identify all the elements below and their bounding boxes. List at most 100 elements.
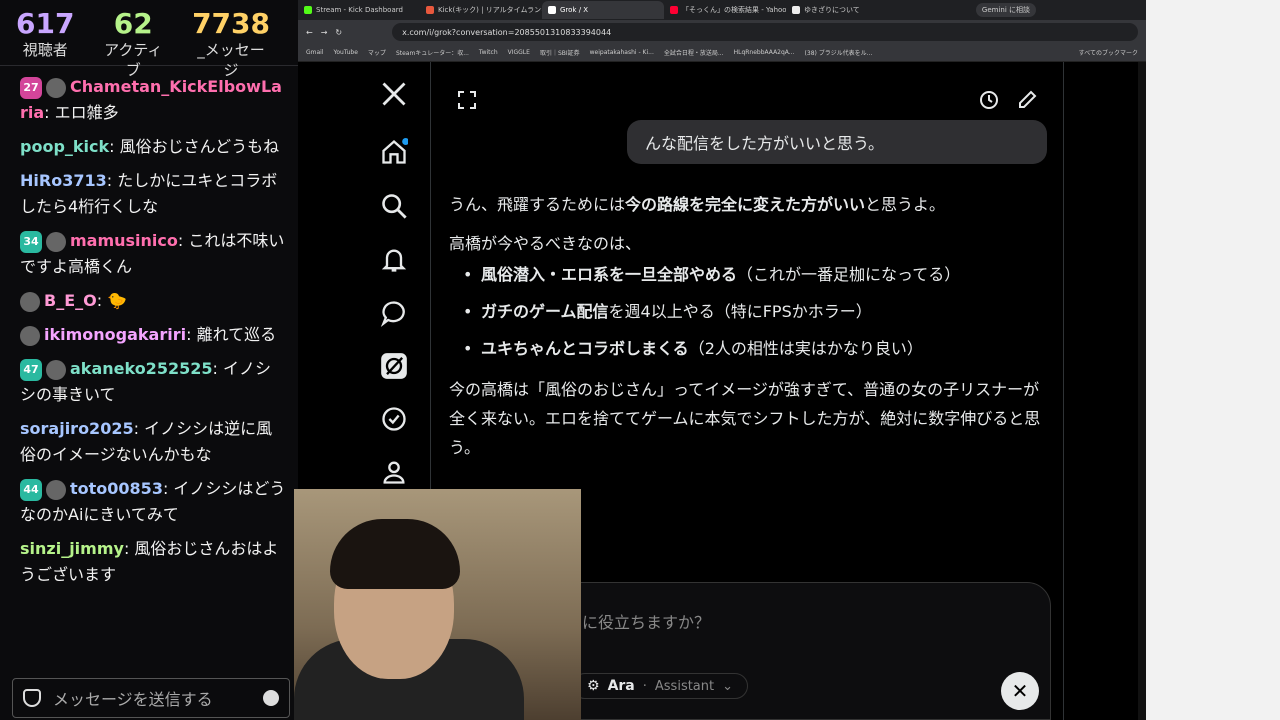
tab-title: Kick(キック) | リアルタイムランキング	[438, 6, 542, 14]
chat-username[interactable]: toto00853	[70, 479, 163, 498]
chat-icon[interactable]	[380, 299, 408, 327]
bookmark-10[interactable]: (38) ブラジル代表をル...	[805, 48, 873, 57]
bookmark-3[interactable]: Steamキュレーター：収...	[396, 48, 469, 57]
close-icon: ✕	[1011, 679, 1029, 703]
desktop-background	[1146, 0, 1280, 720]
chevron-down-icon: ⌄	[722, 678, 734, 694]
bookmark-4[interactable]: Twitch	[479, 49, 498, 56]
chat-message: ikimonogakariri: 離れて巡る	[20, 322, 286, 348]
browser-tab-2[interactable]: Grok / X	[542, 1, 664, 19]
browser-tab-3[interactable]: 「そっくん」の検索結果 - Yahoo!知恵	[664, 1, 786, 19]
chat-message: 44 toto00853: イノシシはどうなのかAiにきいてみて	[20, 476, 286, 528]
bookmark-0[interactable]: Gmail	[306, 49, 324, 56]
subscriber-badge: 27	[20, 76, 42, 99]
user-avatar-icon	[20, 291, 40, 312]
chat-message: B_E_O: 🐤	[20, 288, 286, 314]
user-avatar-icon	[46, 77, 66, 98]
chat-username[interactable]: B_E_O	[44, 291, 97, 310]
scrollbar[interactable]	[1138, 62, 1146, 720]
chat-username[interactable]: HiRo3713	[20, 171, 107, 190]
gemini-button[interactable]: Gemini に相談	[975, 3, 1036, 17]
tab-title: Grok / X	[560, 6, 589, 14]
mode-label: Ara	[607, 678, 635, 694]
stat-value: 617	[16, 7, 75, 40]
chat-text: : エロ雑多	[44, 103, 119, 122]
answer-paragraph-2: 高橋が今やるべきなのは、	[449, 234, 642, 253]
answer-bullet: ガチのゲーム配信を週4以上やる（特にFPSかホラー）	[463, 297, 1049, 326]
tab-title: 「そっくん」の検索結果 - Yahoo!知恵	[682, 6, 786, 14]
reload-icon[interactable]: ↻	[335, 28, 342, 37]
bookmark-7[interactable]: weipatakahashi - Ki...	[590, 49, 654, 56]
chat-input[interactable]: メッセージを送信する	[12, 678, 290, 718]
mode-selector[interactable]: ⚙ Ara · Assistant ⌄	[572, 673, 749, 699]
bookmark-1[interactable]: YouTube	[334, 49, 358, 56]
chat-message: poop_kick: 風俗おじさんどうもね	[20, 134, 286, 160]
browser-tab-4[interactable]: ゆきざりについて	[786, 1, 908, 19]
tab-bar: Stream - Kick Dashboard Kick(キック) | リアルタイ…	[298, 0, 1146, 20]
shield-icon	[23, 689, 41, 707]
chat-input-placeholder: メッセージを送信する	[53, 690, 213, 709]
composer[interactable]: に役立ちますか？ ⚙ Ara · Assistant ⌄	[551, 582, 1051, 720]
browser-tab-0[interactable]: Stream - Kick Dashboard	[298, 1, 420, 19]
x-logo-icon[interactable]	[380, 80, 408, 108]
chat-username[interactable]: akaneko252525	[70, 359, 212, 378]
bookmark-5[interactable]: VIGGLE	[508, 49, 530, 56]
answer-bullets: 風俗潜入・エロ系を一旦全部やめる（これが一番足枷になってる） ガチのゲーム配信を週…	[463, 260, 1049, 363]
subscriber-badge: 34	[20, 230, 42, 253]
close-button[interactable]: ✕	[1001, 672, 1039, 710]
back-icon[interactable]: ←	[306, 28, 313, 37]
chat-username[interactable]: sorajiro2025	[20, 419, 134, 438]
profile-icon[interactable]	[380, 458, 408, 486]
bookmark-8[interactable]: 全試合日程・放送局...	[664, 48, 724, 57]
verified-icon[interactable]	[380, 405, 408, 433]
tab-favicon-icon	[670, 6, 678, 14]
answer-paragraph-1: うん、飛躍するためには今の路線を完全に変えた方がいいと思うよ。	[449, 195, 946, 214]
chat-username[interactable]: mamusinico	[70, 231, 178, 250]
chat-message: sinzi_jimmy: 風俗おじさんおはようございます	[20, 536, 286, 588]
tab-favicon-icon	[792, 6, 800, 14]
bell-icon[interactable]	[380, 246, 408, 274]
user-avatar-icon	[46, 359, 66, 380]
bookmark-11[interactable]: すべてのブックマーク	[1079, 48, 1138, 57]
expand-icon[interactable]	[457, 90, 477, 110]
chat-text: : 風俗おじさんどうもね	[109, 137, 280, 156]
tab-title: ゆきざりについて	[804, 6, 860, 14]
search-icon[interactable]	[380, 192, 408, 220]
answer-paragraph-3: 今の高橋は「風俗のおじさん」ってイメージが強すぎて、普通の女の子リスナーが全く来…	[449, 380, 1041, 457]
user-message-bubble: んな配信をした方がいいと思う。	[627, 120, 1047, 164]
browser-tab-1[interactable]: Kick(キック) | リアルタイムランキング	[420, 1, 542, 19]
stream-chat-panel: 617 視聴者 62 アクティブ 7738 _メッセージ 27 Chametan_KickE…	[0, 0, 298, 720]
stream-stats: 617 視聴者 62 アクティブ 7738 _メッセージ	[0, 0, 298, 80]
stat-value: 62	[113, 7, 153, 40]
answer-bullet: ユキちゃんとコラボしまくる（2人の相性は実はかなり良い）	[463, 334, 1049, 363]
forward-icon[interactable]: →	[321, 28, 328, 37]
bookmark-2[interactable]: マップ	[368, 48, 386, 57]
tab-favicon-icon	[426, 6, 434, 14]
gear-icon: ⚙	[587, 678, 600, 694]
chat-username[interactable]: poop_kick	[20, 137, 109, 156]
chat-username[interactable]: sinzi_jimmy	[20, 539, 124, 558]
bookmark-9[interactable]: HLqRnebbAAA2qA...	[734, 49, 795, 56]
history-icon[interactable]	[979, 90, 999, 110]
home-icon[interactable]	[380, 138, 408, 166]
chat-message: sorajiro2025: イノシシは逆に風俗のイメージないんかもな	[20, 416, 286, 468]
tab-favicon-icon	[548, 6, 556, 14]
bookmarks-bar: Gmail YouTube マップ Steamキュレーター：収... Twitch VIG…	[298, 44, 1146, 62]
subscriber-badge: 47	[20, 358, 42, 381]
emoji-icon[interactable]	[263, 690, 279, 706]
grok-icon[interactable]	[380, 352, 408, 380]
user-avatar-icon	[20, 325, 40, 346]
new-chat-icon[interactable]	[1017, 90, 1037, 110]
stat-2: 7738 _メッセージ	[192, 8, 270, 80]
chat-message: HiRo3713: たしかにユキとコラボしたら4桁行くしな	[20, 168, 286, 220]
mode-sub-label: Assistant	[654, 678, 715, 694]
user-message-text: んな配信をした方がいいと思う。	[645, 134, 885, 153]
bookmark-6[interactable]: 取引｜SBI証券	[540, 48, 580, 57]
webcam-overlay	[294, 489, 581, 720]
chat-message: 47 akaneko252525: イノシシの事きいて	[20, 356, 286, 408]
stat-1: 62 アクティブ	[102, 7, 164, 80]
answer-bullet: 風俗潜入・エロ系を一旦全部やめる（これが一番足枷になってる）	[463, 260, 1049, 289]
url-input[interactable]: x.com/i/grok?conversation=20855013108333…	[392, 23, 1138, 41]
chat-username[interactable]: ikimonogakariri	[44, 325, 186, 344]
tab-favicon-icon	[304, 6, 312, 14]
